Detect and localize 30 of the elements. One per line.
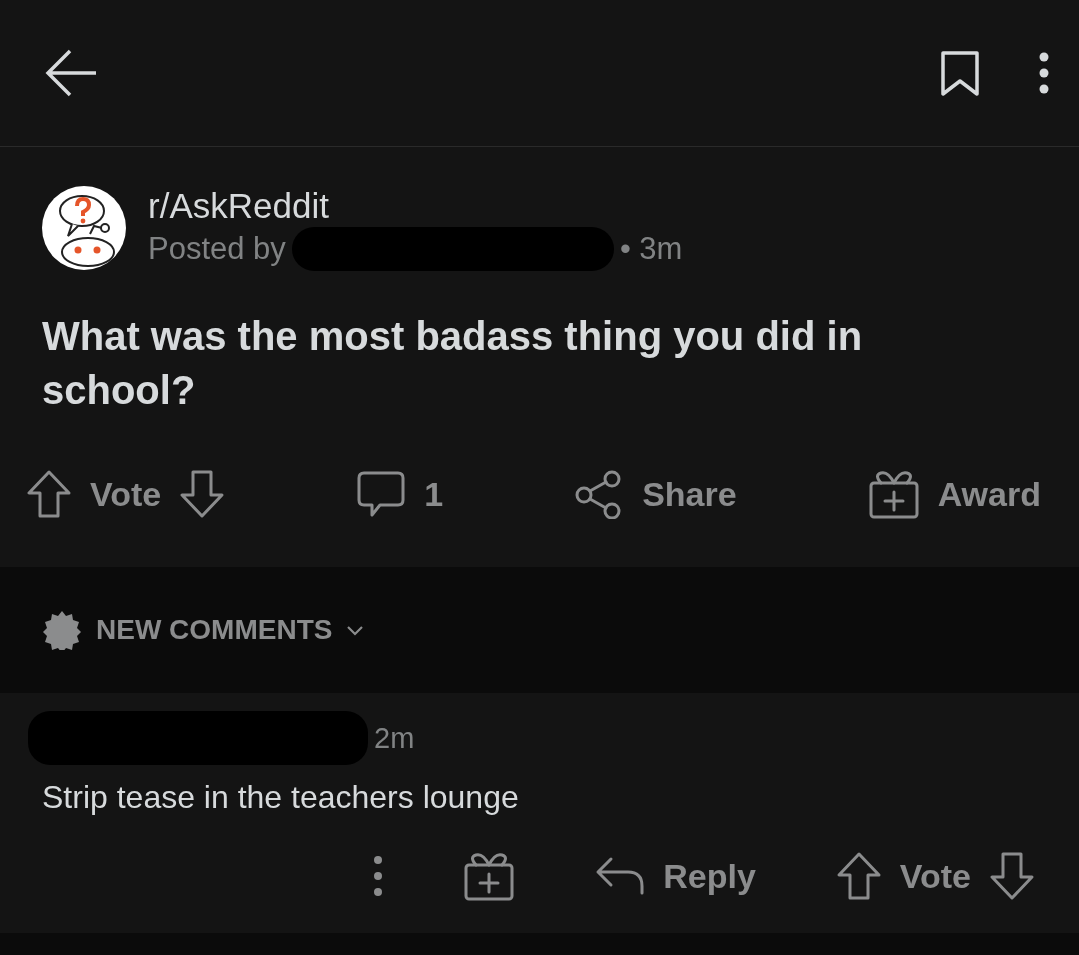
bookmark-icon[interactable] [941,50,979,96]
downvote-icon[interactable] [989,851,1035,901]
award-button[interactable]: Award [867,468,1041,520]
upvote-icon[interactable] [835,851,882,901]
speech-bubble-icon [356,470,407,518]
badge-icon [42,610,82,650]
comments-button[interactable]: 1 [356,470,444,518]
comment-text: Strip tease in the teachers lounge [42,779,520,816]
post-title: What was the most badass thing you did in school? [42,313,864,414]
gift-icon [463,850,516,902]
posted-by-label: Posted by [148,230,286,268]
share-button[interactable]: Share [574,469,737,519]
reply-button[interactable]: Reply [595,856,756,896]
subreddit-name[interactable]: r/AskReddit [148,185,683,227]
more-icon [373,855,384,897]
more-button[interactable] [373,855,384,897]
upvote-icon[interactable] [26,469,72,519]
sort-dropdown[interactable]: NEW COMMENTS [42,610,365,650]
vote-label[interactable]: Vote [90,474,162,514]
gift-icon [867,468,920,520]
reply-arrow-icon [595,856,646,896]
back-icon[interactable] [44,48,98,98]
comment-age: 2m [374,721,415,755]
award-button[interactable] [463,850,516,902]
vote-label[interactable]: Vote [899,856,971,896]
downvote-icon[interactable] [179,469,226,519]
chevron-icon [346,624,365,636]
subreddit-avatar-icon[interactable] [42,186,126,270]
more-icon[interactable] [1039,52,1049,94]
post-age: • 3m [619,230,683,268]
